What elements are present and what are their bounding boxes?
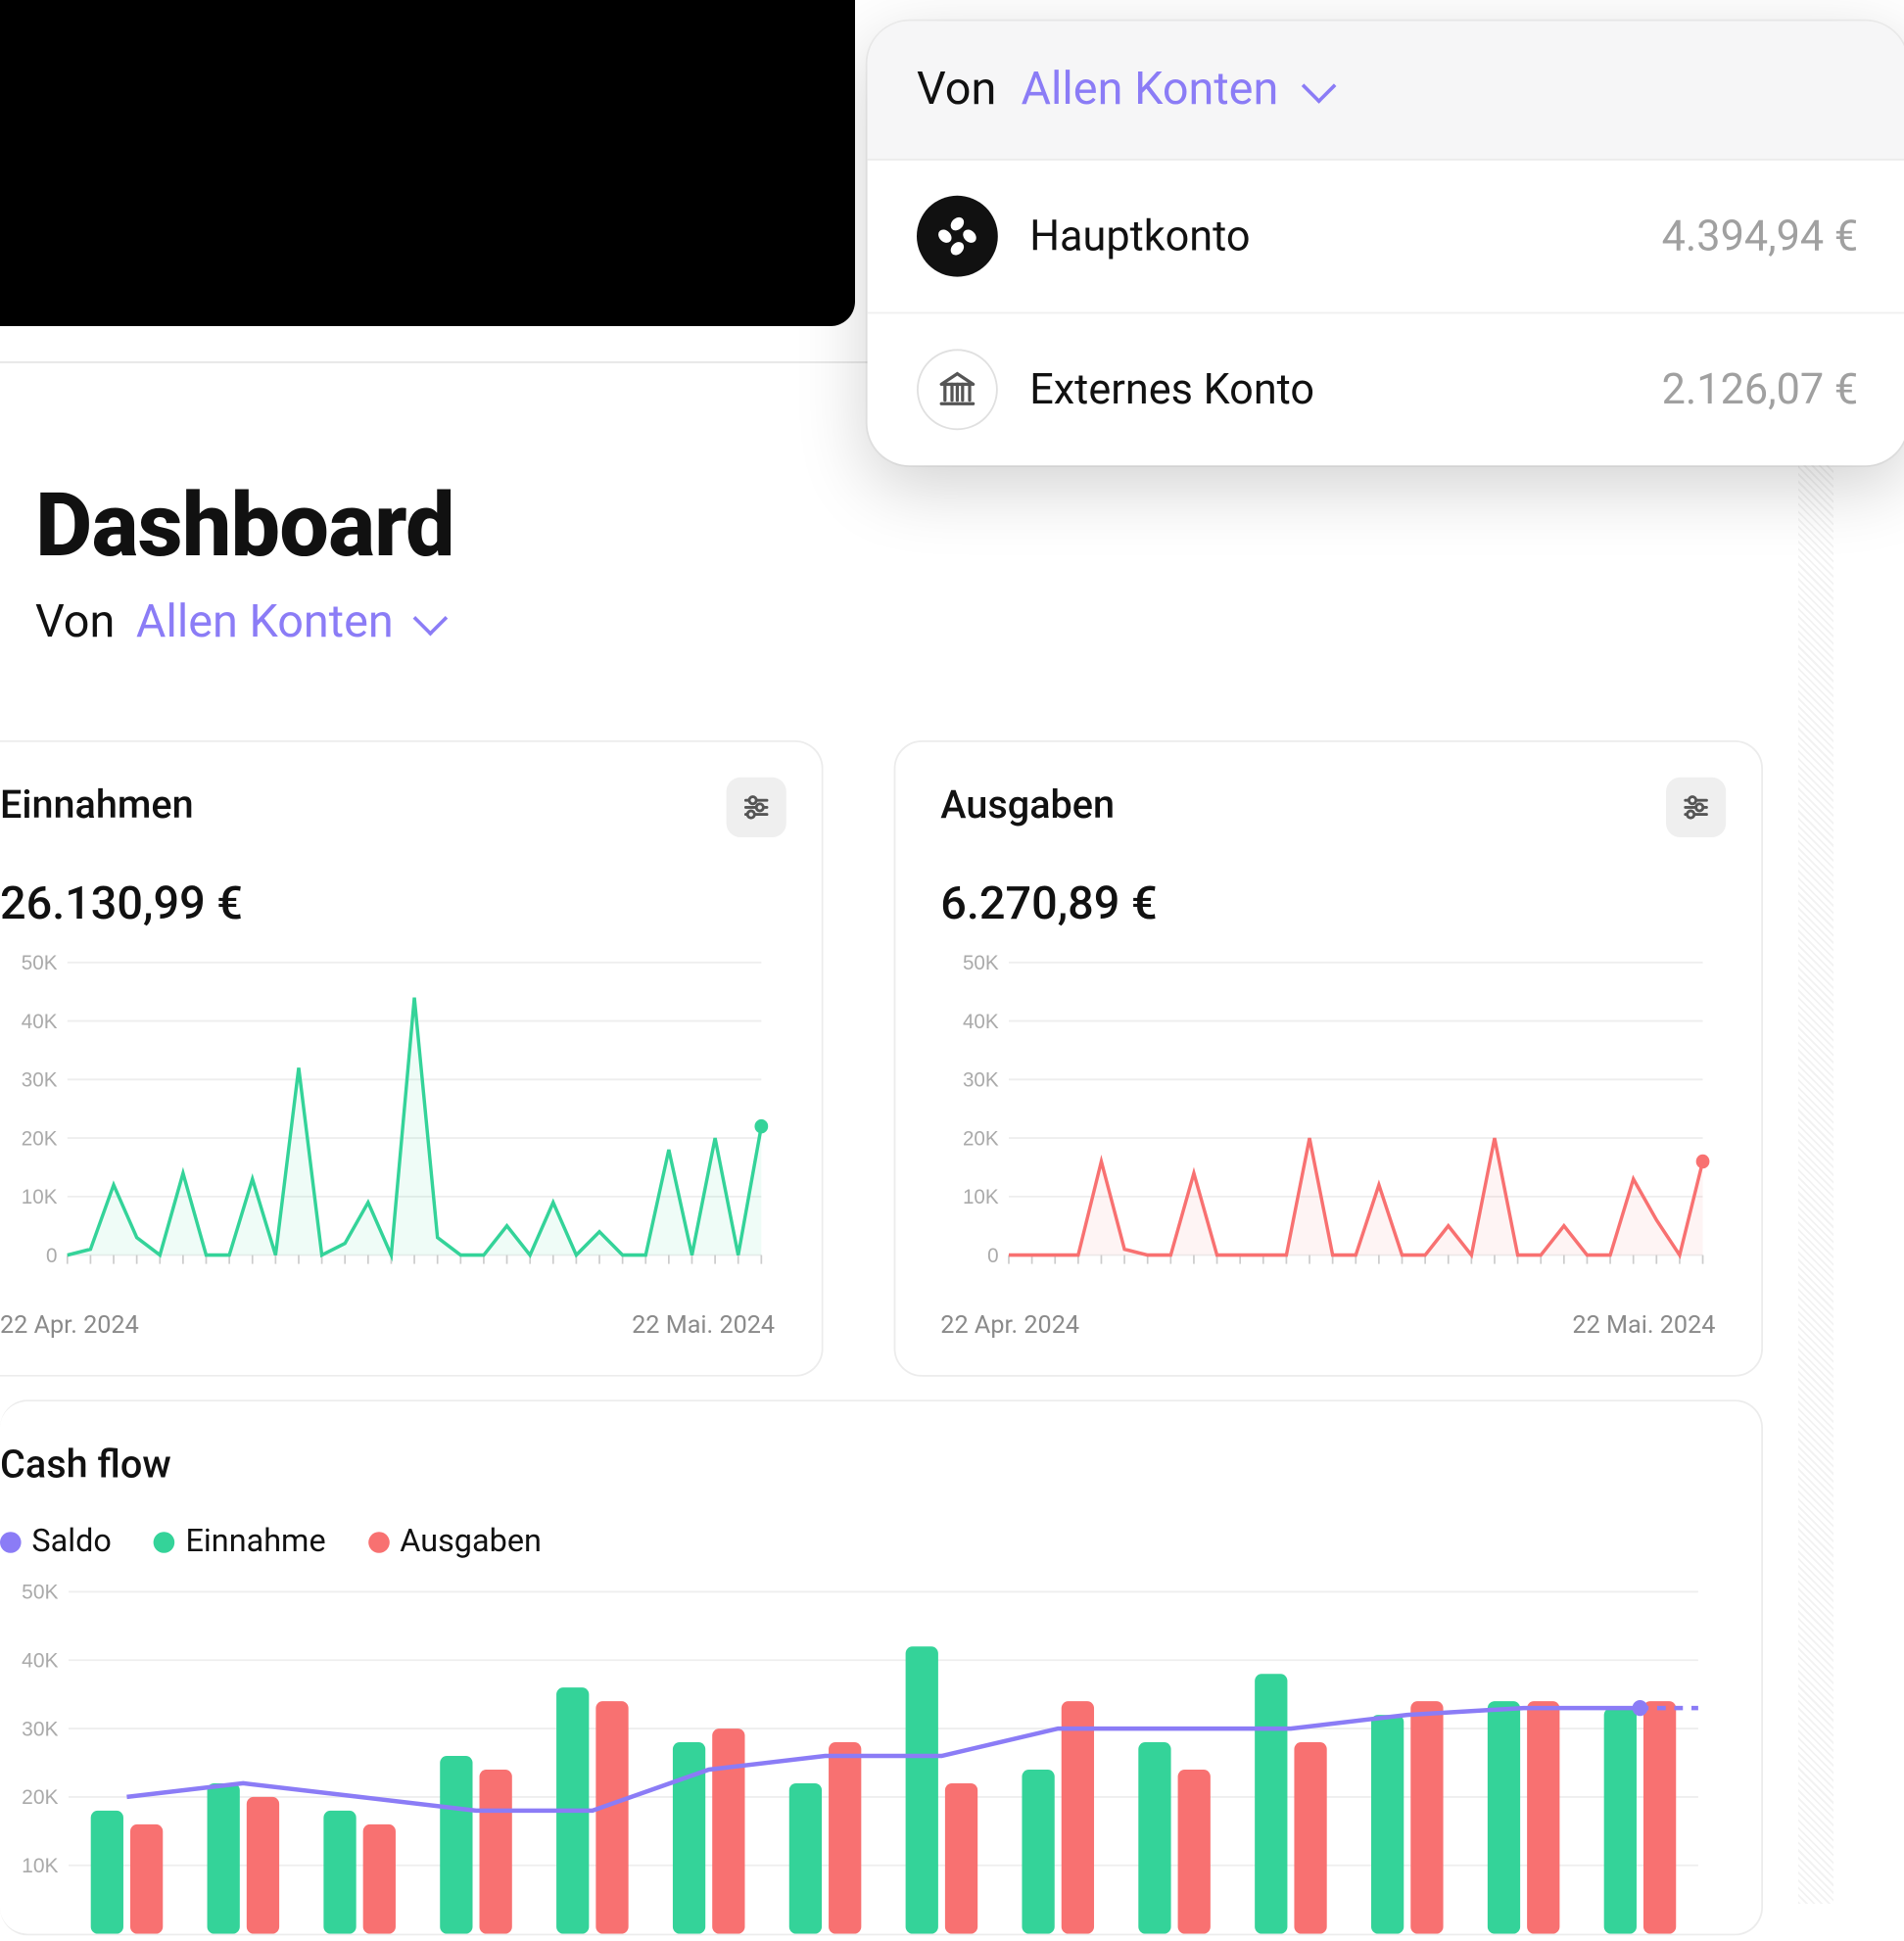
- income-chart: 0 10K 20K 30K 40K 50K: [0, 952, 775, 1304]
- card-title: Einnahmen: [0, 784, 775, 828]
- card-settings-button[interactable]: [726, 778, 785, 837]
- range-to: 22 Mai. 2024: [632, 1311, 775, 1340]
- section-title: Cash flow: [0, 1444, 1715, 1488]
- svg-text:40K: 40K: [962, 1010, 998, 1033]
- svg-text:10K: 10K: [962, 1186, 998, 1209]
- chart-date-range: 22 Apr. 2024 22 Mai. 2024: [940, 1311, 1715, 1340]
- card-settings-button[interactable]: [1666, 778, 1726, 837]
- top-black-bar: [0, 0, 855, 326]
- cashflow-chart: 10K 20K 30K 40K 50K: [0, 1582, 1715, 1934]
- range-from: 22 Apr. 2024: [940, 1311, 1079, 1340]
- account-dropdown-trigger[interactable]: Von Allen Konten: [868, 22, 1904, 161]
- logo-icon: [917, 196, 998, 277]
- svg-text:0: 0: [46, 1244, 57, 1267]
- expense-card: Ausgaben 6.270,89 € 0 10K 20K 30K 40K 50K 22 …: [893, 740, 1763, 1377]
- legend-item-balance: Saldo: [0, 1523, 112, 1560]
- income-card: Einnahmen 26.130,99 € 0 10K 20K 30K 40K 50K 2…: [0, 740, 823, 1377]
- svg-text:50K: 50K: [962, 952, 998, 974]
- chevron-down-icon: [413, 601, 449, 637]
- card-amount: 26.130,99 €: [0, 877, 775, 930]
- card-title: Ausgaben: [940, 784, 1715, 828]
- dropdown-value: Allen Konten: [1022, 64, 1279, 117]
- chevron-down-icon: [1302, 69, 1337, 104]
- range-to: 22 Mai. 2024: [1572, 1311, 1715, 1340]
- svg-text:30K: 30K: [962, 1068, 998, 1092]
- dropdown-label: Von: [917, 64, 996, 117]
- chart-date-range: 22 Apr. 2024 22 Mai. 2024: [0, 1311, 775, 1340]
- account-name: Externes Konto: [1029, 365, 1630, 414]
- sliders-icon: [741, 793, 770, 822]
- svg-text:40K: 40K: [22, 1648, 58, 1672]
- filter-label: Von: [35, 595, 115, 648]
- range-from: 22 Apr. 2024: [0, 1311, 139, 1340]
- svg-text:20K: 20K: [962, 1127, 998, 1151]
- filter-value: Allen Konten: [136, 595, 394, 648]
- account-option-hauptkonto[interactable]: Hauptkonto 4.394,94 €: [868, 161, 1904, 314]
- svg-text:10K: 10K: [22, 1186, 58, 1209]
- account-filter-inline[interactable]: Von Allen Konten: [35, 595, 440, 648]
- svg-text:40K: 40K: [22, 1010, 58, 1033]
- bank-icon: [917, 349, 998, 430]
- svg-text:30K: 30K: [22, 1717, 58, 1740]
- right-edge-shadow: [1798, 353, 1833, 1904]
- svg-text:50K: 50K: [22, 1582, 58, 1604]
- account-balance: 2.126,07 €: [1662, 365, 1859, 414]
- legend-item-expense: Ausgaben: [368, 1523, 542, 1560]
- account-dropdown: Von Allen Konten Hauptkonto 4.394,94 € E…: [868, 22, 1904, 466]
- cashflow-legend: Saldo Einnahme Ausgaben: [0, 1523, 1715, 1560]
- legend-item-income: Einnahme: [154, 1523, 326, 1560]
- svg-text:30K: 30K: [22, 1068, 58, 1092]
- account-balance: 4.394,94 €: [1662, 212, 1859, 260]
- svg-text:10K: 10K: [22, 1854, 58, 1877]
- card-amount: 6.270,89 €: [940, 877, 1715, 930]
- svg-text:50K: 50K: [22, 952, 58, 974]
- svg-text:20K: 20K: [22, 1785, 58, 1809]
- account-option-externes[interactable]: Externes Konto 2.126,07 €: [868, 313, 1904, 465]
- svg-text:20K: 20K: [22, 1127, 58, 1151]
- sliders-icon: [1682, 793, 1710, 822]
- expense-chart: 0 10K 20K 30K 40K 50K: [940, 952, 1715, 1304]
- cashflow-card: Cash flow Saldo Einnahme Ausgaben 10K 20K…: [0, 1399, 1763, 1935]
- page-title: Dashboard: [35, 476, 454, 578]
- account-name: Hauptkonto: [1029, 212, 1630, 260]
- svg-text:0: 0: [986, 1244, 997, 1267]
